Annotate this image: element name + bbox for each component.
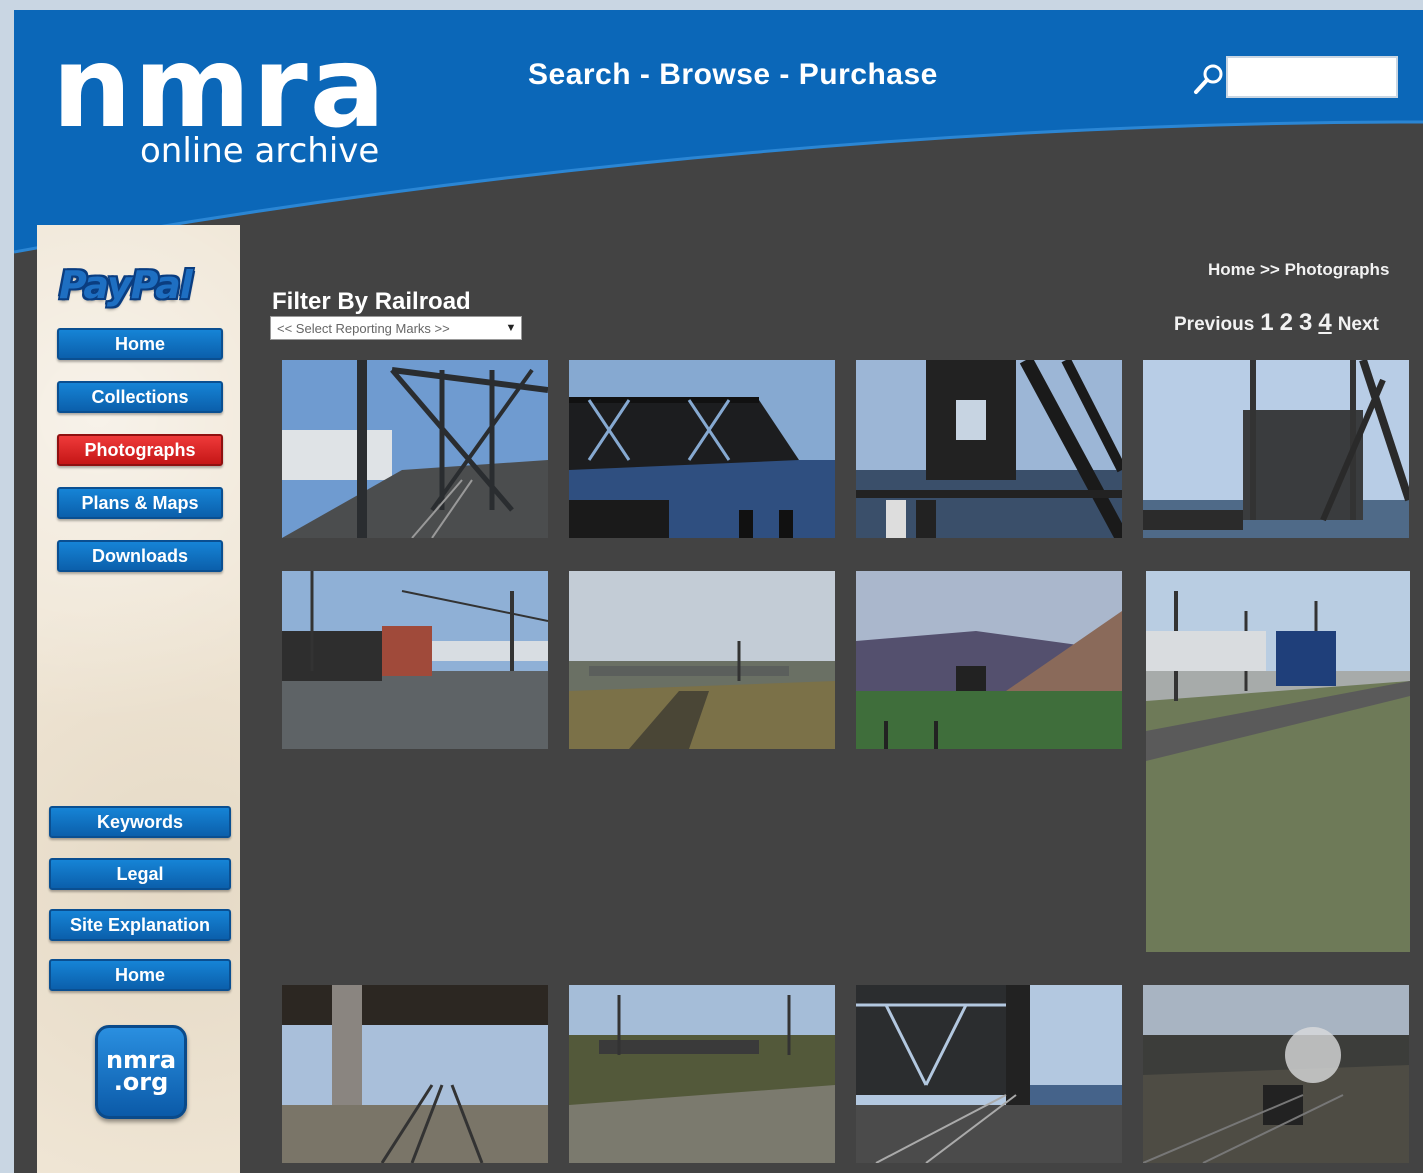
pagination-page-1[interactable]: 1	[1260, 309, 1273, 337]
nav-downloads-button[interactable]: Downloads	[57, 540, 223, 572]
photo-thumbnail[interactable]	[856, 571, 1122, 749]
search-icon[interactable]	[1192, 62, 1226, 96]
pagination-next[interactable]: Next	[1338, 314, 1379, 336]
photo-thumbnail[interactable]	[856, 985, 1122, 1163]
nav-legal-button[interactable]: Legal	[49, 858, 231, 890]
header-tagline: Search - Browse - Purchase	[528, 58, 938, 91]
photo-thumbnail[interactable]	[1143, 985, 1409, 1163]
pagination-page-2[interactable]: 2	[1280, 309, 1293, 337]
filter-selected-option: << Select Reporting Marks >>	[277, 320, 450, 336]
railroad-filter-select[interactable]: << Select Reporting Marks >> ▼	[270, 316, 522, 340]
sidebar: PayPal Home Collections Photographs Plan…	[37, 225, 240, 1173]
pagination-page-3[interactable]: 3	[1299, 309, 1312, 337]
nav-site-explanation-button[interactable]: Site Explanation	[49, 909, 231, 941]
nmra-org-link-icon[interactable]: nmra .org	[95, 1025, 187, 1119]
logo-subtitle: online archive	[140, 131, 380, 171]
nav-photographs-button[interactable]: Photographs	[57, 434, 223, 466]
nav-home-button[interactable]: Home	[57, 328, 223, 360]
pagination-previous[interactable]: Previous	[1174, 314, 1254, 336]
photo-thumbnail[interactable]	[569, 571, 835, 749]
nmra-org-line2: .org	[113, 1068, 169, 1096]
photo-thumbnail[interactable]	[569, 360, 835, 538]
nav-collections-button[interactable]: Collections	[57, 381, 223, 413]
photo-thumbnail[interactable]	[1143, 360, 1409, 538]
page-frame: nmra online archive Search - Browse - Pu…	[14, 10, 1423, 1173]
logo-wordmark[interactable]: nmra	[52, 32, 387, 144]
photo-thumbnail[interactable]	[856, 360, 1122, 538]
photo-thumbnail[interactable]	[569, 985, 835, 1163]
nav-home-bottom-button[interactable]: Home	[49, 959, 231, 991]
pagination-page-4[interactable]: 4	[1318, 309, 1331, 337]
nav-keywords-button[interactable]: Keywords	[49, 806, 231, 838]
breadcrumb-home-link[interactable]: Home	[1208, 260, 1255, 279]
photo-thumbnail[interactable]	[282, 571, 548, 749]
search-input[interactable]	[1226, 56, 1398, 98]
breadcrumb: Home >> Photographs	[1208, 260, 1389, 280]
pagination: Previous 1 2 3 4 Next	[1174, 309, 1379, 337]
photo-thumbnail[interactable]	[282, 985, 548, 1163]
nav-plans-maps-button[interactable]: Plans & Maps	[57, 487, 223, 519]
breadcrumb-separator: >>	[1259, 260, 1280, 279]
breadcrumb-current: Photographs	[1284, 260, 1390, 279]
photo-thumbnail[interactable]	[282, 360, 548, 538]
chevron-down-icon: ▼	[505, 322, 517, 334]
filter-title: Filter By Railroad	[272, 288, 471, 315]
paypal-logo[interactable]: PayPal	[59, 263, 193, 307]
photo-thumbnail[interactable]	[1146, 571, 1410, 952]
